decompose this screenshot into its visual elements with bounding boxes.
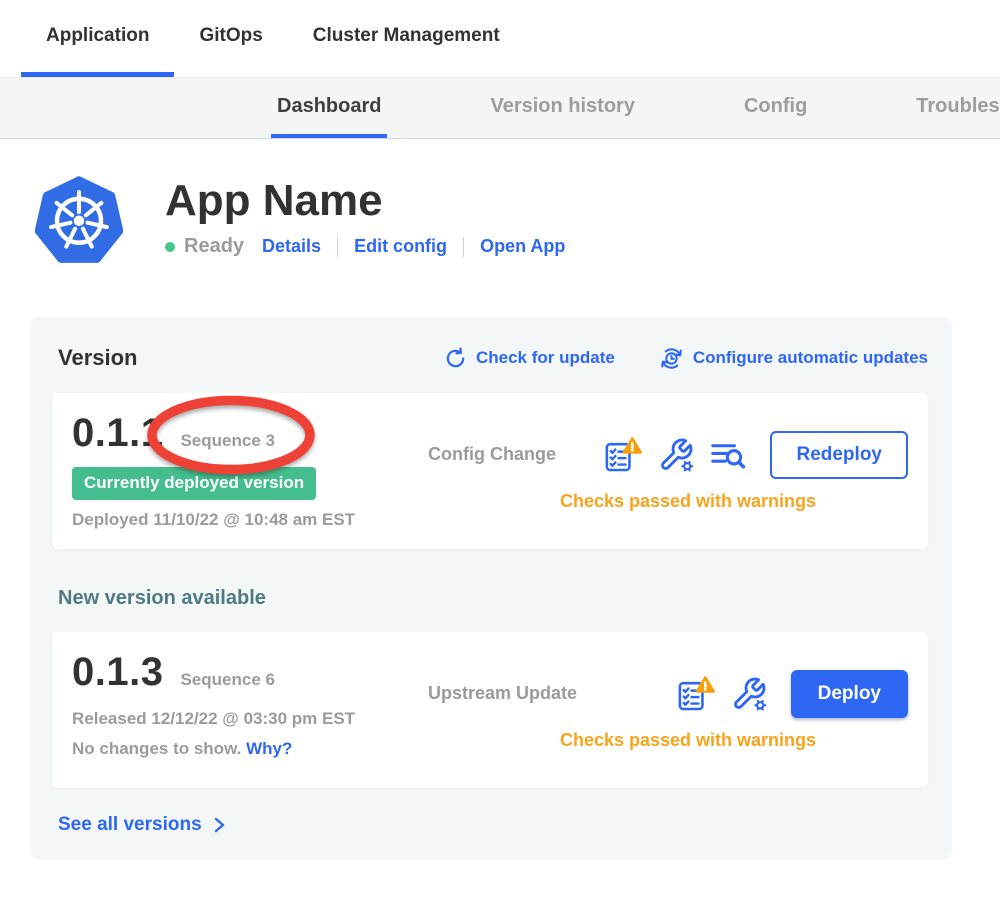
deploy-button[interactable]: Deploy bbox=[791, 670, 908, 718]
check-for-update-label: Check for update bbox=[476, 348, 615, 368]
released-timestamp: Released 12/12/22 @ 03:30 pm EST bbox=[72, 709, 412, 729]
status-badge: Ready bbox=[184, 235, 244, 258]
open-app-link[interactable]: Open App bbox=[480, 236, 565, 257]
version-section-heading: Version bbox=[58, 345, 137, 371]
version-source-label: Upstream Update bbox=[428, 683, 577, 704]
currently-deployed-badge: Currently deployed version bbox=[72, 467, 316, 500]
tab-dashboard[interactable]: Dashboard bbox=[271, 78, 387, 138]
current-version-number: 0.1.1 bbox=[72, 411, 163, 456]
edit-config-link[interactable]: Edit config bbox=[354, 236, 447, 257]
new-version-available-heading: New version available bbox=[58, 587, 928, 610]
top-nav-tab-application[interactable]: Application bbox=[21, 0, 174, 77]
checks-status-text: Checks passed with warnings bbox=[428, 491, 908, 512]
tab-config[interactable]: Config bbox=[738, 78, 813, 138]
preflight-checks-warning-icon[interactable] bbox=[603, 436, 643, 473]
divider bbox=[463, 237, 464, 257]
divider bbox=[337, 237, 338, 257]
version-card: Version Check for update bbox=[30, 317, 952, 860]
no-changes-line: No changes to show. Why? bbox=[72, 739, 412, 759]
kubernetes-logo-icon bbox=[35, 175, 123, 263]
see-all-versions-link[interactable]: See all versions bbox=[58, 814, 928, 836]
version-source-label: Config Change bbox=[428, 444, 556, 465]
view-files-icon[interactable] bbox=[709, 438, 746, 472]
see-all-versions-label: See all versions bbox=[58, 814, 202, 836]
redeploy-button[interactable]: Redeploy bbox=[770, 431, 908, 479]
top-nav-tab-gitops[interactable]: GitOps bbox=[174, 0, 287, 77]
tab-version-history[interactable]: Version history bbox=[484, 78, 641, 138]
current-version-sequence: Sequence 3 bbox=[180, 431, 275, 451]
new-version-number: 0.1.3 bbox=[72, 650, 163, 695]
deployed-timestamp: Deployed 11/10/22 @ 10:48 am EST bbox=[72, 510, 412, 530]
no-changes-text: No changes to show. bbox=[72, 739, 241, 758]
top-nav-tab-cluster-management[interactable]: Cluster Management bbox=[288, 0, 525, 77]
status-ready-dot bbox=[165, 242, 175, 252]
configure-automatic-updates-label: Configure automatic updates bbox=[693, 348, 928, 368]
page-title: App Name bbox=[165, 177, 565, 225]
config-tools-icon[interactable] bbox=[658, 437, 694, 473]
app-header: App Name Ready Details Edit config Open … bbox=[35, 175, 1000, 263]
new-version-card: 0.1.3 Sequence 6 Released 12/12/22 @ 03:… bbox=[52, 632, 928, 788]
preflight-checks-warning-icon[interactable] bbox=[676, 675, 716, 712]
tab-troubleshoot[interactable]: Troubleshoot bbox=[910, 78, 1000, 138]
app-sub-nav: Dashboard Version history Config Trouble… bbox=[0, 77, 1000, 139]
top-nav: Application GitOps Cluster Management bbox=[0, 0, 1000, 77]
new-version-sequence: Sequence 6 bbox=[180, 670, 275, 690]
config-tools-icon[interactable] bbox=[731, 676, 767, 712]
refresh-icon bbox=[444, 347, 467, 370]
current-version-card: 0.1.1 Sequence 3 Currently deployed vers… bbox=[52, 393, 928, 549]
details-link[interactable]: Details bbox=[262, 236, 321, 257]
clock-update-icon bbox=[659, 346, 684, 371]
configure-automatic-updates-button[interactable]: Configure automatic updates bbox=[659, 346, 928, 371]
why-link[interactable]: Why? bbox=[246, 739, 292, 758]
checks-status-text: Checks passed with warnings bbox=[428, 730, 908, 751]
chevron-right-icon bbox=[209, 815, 229, 835]
check-for-update-button[interactable]: Check for update bbox=[444, 347, 615, 370]
